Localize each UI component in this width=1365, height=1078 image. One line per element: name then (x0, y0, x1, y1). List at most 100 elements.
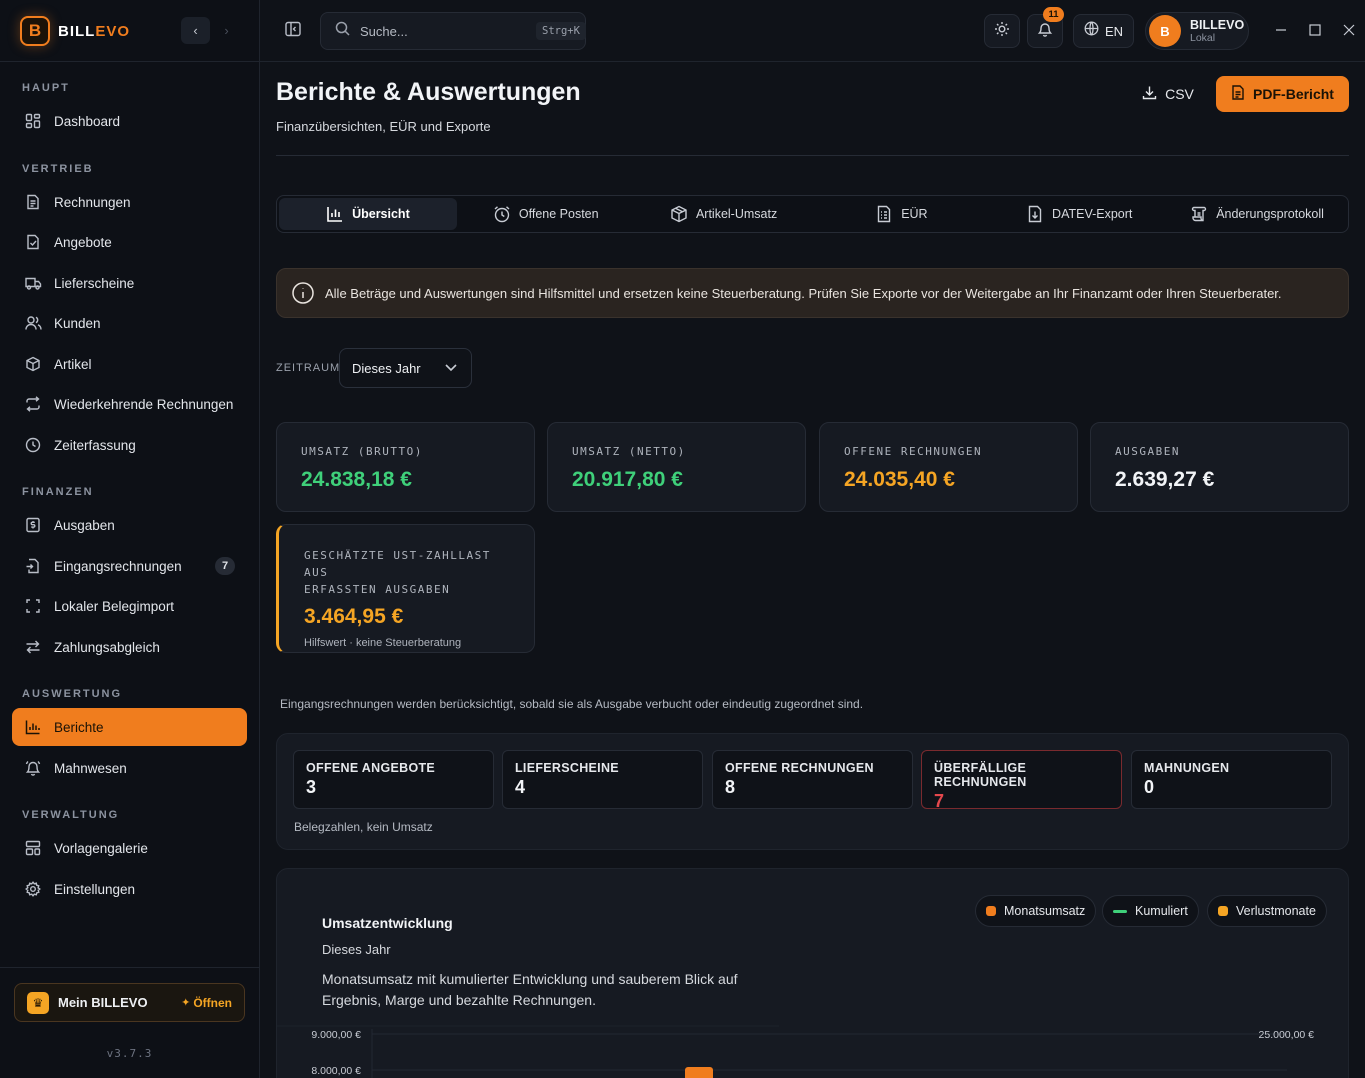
mein-billevo-card[interactable]: ♛ Mein BILLEVO ✦ Öffnen (14, 983, 245, 1022)
csv-export-button[interactable]: CSV (1134, 77, 1202, 111)
tab-offene-posten[interactable]: Offene Posten (457, 198, 635, 230)
pdf-report-button[interactable]: PDF-Bericht (1216, 76, 1349, 112)
user-menu[interactable]: B BILLEVO Lokal (1145, 12, 1249, 50)
forward-button[interactable]: › (212, 17, 241, 44)
legend-label: Kumuliert (1135, 904, 1188, 918)
maximize-icon[interactable] (1307, 22, 1323, 38)
truck-icon (24, 274, 42, 292)
section-title-haupt: HAUPT (22, 82, 70, 94)
tab-label: Offene Posten (518, 207, 599, 221)
sidebar-item-label: Berichte (54, 719, 104, 735)
sidebar-item-mahnwesen[interactable]: Mahnwesen (12, 749, 247, 787)
kpi-value: 3.464,95 € (304, 605, 404, 628)
topbar: Strg+K 11 EN B BILLEVO Lokal (260, 0, 1365, 62)
clock-icon (24, 436, 42, 454)
expense-icon (24, 516, 42, 534)
sidebar-item-rechnungen[interactable]: Rechnungen (12, 183, 247, 221)
sidebar-item-eingangsrechnungen[interactable]: Eingangsrechnungen 7 (12, 547, 247, 585)
pdf-report-label: PDF-Bericht (1253, 86, 1334, 102)
sidebar-item-kunden[interactable]: Kunden (12, 304, 247, 342)
close-icon[interactable] (1341, 22, 1357, 38)
sidebar-item-zeiterfassung[interactable]: Zeiterfassung (12, 426, 247, 464)
search-box[interactable]: Strg+K (320, 12, 586, 50)
tab-eur[interactable]: EÜR (812, 198, 990, 230)
chart-title: Umsatzentwicklung (322, 915, 453, 931)
count-lieferscheine[interactable]: LIEFERSCHEINE 4 (502, 750, 703, 809)
sidebar-item-label: Rechnungen (54, 194, 131, 210)
period-select[interactable]: Dieses Jahr (339, 348, 472, 388)
file-icon (1231, 85, 1245, 103)
count-ueberfaellige-rechnungen[interactable]: ÜBERFÄLLIGE RECHNUNGEN 7 (921, 750, 1122, 811)
page-subtitle: Finanzübersichten, EÜR und Exporte (276, 119, 491, 134)
tab-label: Übersicht (352, 207, 410, 221)
tab-uebersicht[interactable]: Übersicht (279, 198, 457, 230)
sidebar-item-einstellungen[interactable]: Einstellungen (12, 870, 247, 908)
sidebar-item-ausgaben[interactable]: Ausgaben (12, 506, 247, 544)
sidebar-item-zahlungsabgleich[interactable]: Zahlungsabgleich (12, 628, 247, 666)
minimize-icon[interactable] (1273, 22, 1289, 38)
brand-logo-icon: B (20, 16, 50, 46)
disclaimer-notice: Alle Beträge und Auswertungen sind Hilfs… (276, 268, 1349, 318)
sidebar-item-berichte[interactable]: Berichte (12, 708, 247, 746)
sidebar-toggle-icon[interactable] (284, 20, 304, 40)
box-icon (24, 355, 42, 373)
theme-toggle-button[interactable] (984, 14, 1020, 48)
legend-monatsumsatz[interactable]: Monatsumsatz (975, 895, 1097, 927)
tab-label: Änderungsprotokoll (1216, 207, 1324, 221)
legend-label: Verlustmonate (1236, 904, 1316, 918)
kpi-value: 2.639,27 € (1115, 468, 1215, 491)
brand-name: BILLEVO (58, 23, 130, 40)
kpi-label: UMSATZ (NETTO) (572, 445, 686, 458)
tab-aenderungsprotokoll[interactable]: Änderungsprotokoll (1168, 198, 1346, 230)
back-button[interactable]: ‹ (181, 17, 210, 44)
kpi-label-line: ERFASSTEN AUSGABEN (304, 583, 451, 596)
chart-description: Monatsumsatz mit kumulierter Entwicklung… (322, 971, 738, 1008)
sidebar-item-artikel[interactable]: Artikel (12, 345, 247, 383)
count-offene-angebote[interactable]: OFFENE ANGEBOTE 3 (293, 750, 494, 809)
globe-icon (1084, 21, 1099, 41)
bar-monatsumsatz[interactable] (685, 1067, 713, 1078)
sidebar-item-vorlagengalerie[interactable]: Vorlagengalerie (12, 829, 247, 867)
notifications-button[interactable]: 11 (1027, 7, 1064, 48)
brand-name-suffix: EVO (95, 22, 131, 40)
info-icon (291, 281, 315, 305)
count-value: 3 (306, 777, 317, 797)
language-button[interactable]: EN (1073, 14, 1134, 48)
kpi-umsatz-netto: UMSATZ (NETTO) 20.917,80 € (547, 422, 806, 512)
chart-period: Dieses Jahr (322, 942, 391, 957)
sidebar-item-label: Einstellungen (54, 881, 136, 897)
package-icon (670, 205, 688, 223)
sidebar-item-lokaler-belegimport[interactable]: Lokaler Belegimport (12, 587, 247, 625)
search-input[interactable] (360, 23, 536, 39)
sidebar-item-wiederkehrende-rechnungen[interactable]: Wiederkehrende Rechnungen (12, 385, 247, 423)
bell-icon (24, 759, 42, 777)
sidebar-item-lieferscheine[interactable]: Lieferscheine (12, 264, 247, 302)
tab-artikel-umsatz[interactable]: Artikel-Umsatz (635, 198, 813, 230)
count-value: 0 (1144, 777, 1155, 797)
header-divider (276, 155, 1349, 156)
kpi-hint: Hilfswert · keine Steuerberatung (304, 637, 462, 649)
tab-datev-export[interactable]: DATEV-Export (990, 198, 1168, 230)
sidebar-item-label: Wiederkehrende Rechnungen (54, 396, 234, 412)
sidebar-item-dashboard[interactable]: Dashboard (12, 102, 247, 140)
kpi-value: 24.838,18 € (301, 468, 412, 491)
app-version: v3.7.3 (106, 1047, 153, 1060)
user-name: BILLEVO (1190, 17, 1245, 32)
sidebar-item-angebote[interactable]: Angebote (12, 223, 247, 261)
legend-kumuliert[interactable]: Kumuliert (1102, 895, 1199, 927)
count-label: ÜBERFÄLLIGE RECHNUNGEN (934, 761, 1027, 789)
file-list-icon (875, 205, 893, 223)
mein-billevo-open-link[interactable]: Öffnen (193, 996, 232, 1010)
legend-verlustmonate[interactable]: Verlustmonate (1207, 895, 1327, 927)
count-mahnungen[interactable]: MAHNUNGEN 0 (1131, 750, 1332, 809)
offer-icon (24, 233, 42, 251)
brand[interactable]: B BILLEVO (20, 14, 130, 48)
tab-label: Artikel-Umsatz (695, 207, 778, 221)
scan-icon (24, 597, 42, 615)
count-label: OFFENE RECHNUNGEN (725, 761, 874, 775)
sun-icon (994, 21, 1010, 42)
page-title: Berichte & Auswertungen (276, 78, 581, 106)
sidebar-item-label: Ausgaben (54, 517, 115, 533)
count-offene-rechnungen[interactable]: OFFENE RECHNUNGEN 8 (712, 750, 913, 809)
report-tabs: Übersicht Offene Posten Artikel-Umsatz E… (276, 195, 1349, 233)
